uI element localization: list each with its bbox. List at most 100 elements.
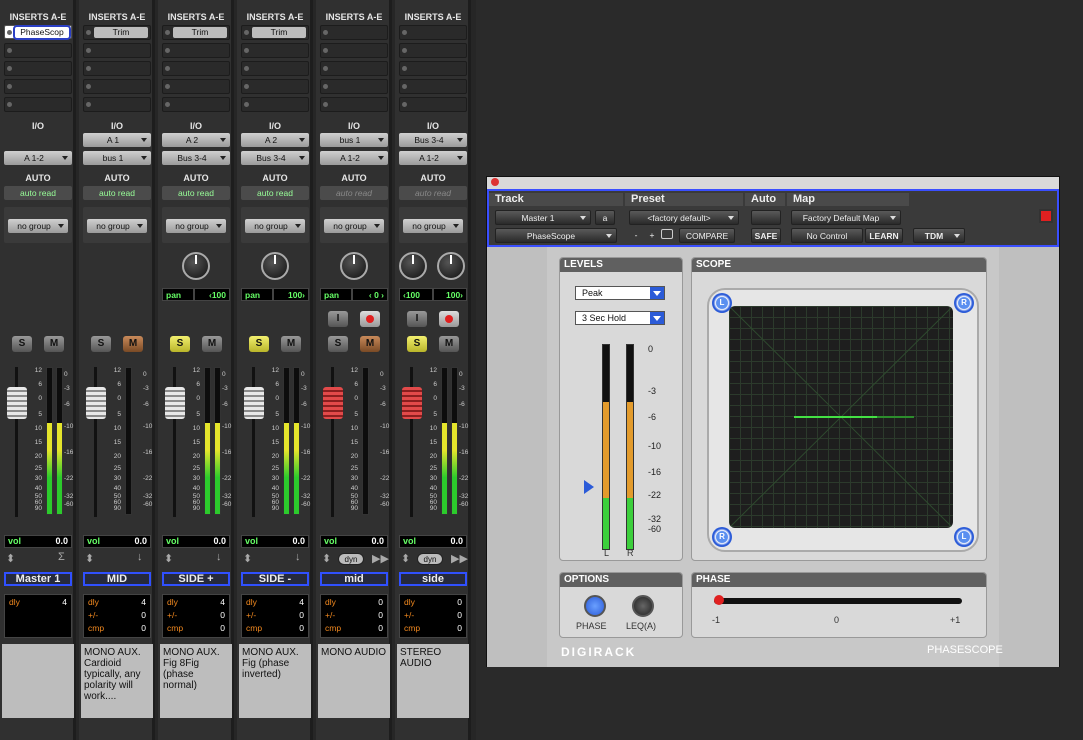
insert-slot[interactable]: [162, 61, 230, 76]
down-arrow-icon[interactable]: ↓: [216, 551, 222, 563]
insert-slot[interactable]: Trim: [162, 25, 230, 40]
record-button[interactable]: [360, 311, 380, 327]
solo-button[interactable]: S: [12, 336, 32, 352]
offset-value[interactable]: 0: [457, 609, 462, 621]
insert-slot[interactable]: [241, 97, 309, 112]
insert-bypass-dot[interactable]: [7, 66, 12, 71]
insert-bypass-dot[interactable]: [244, 48, 249, 53]
close-button[interactable]: [491, 178, 499, 186]
insert-bypass-dot[interactable]: [7, 30, 12, 35]
track-name[interactable]: Master 1: [4, 572, 72, 586]
plugin-bypass-icon[interactable]: [1039, 209, 1053, 223]
solo-button[interactable]: S: [407, 336, 427, 352]
insert-bypass-dot[interactable]: [244, 66, 249, 71]
insert-bypass-dot[interactable]: [323, 102, 328, 107]
volume-value[interactable]: 0.0: [213, 536, 226, 547]
preset-select[interactable]: <factory default>: [629, 210, 739, 225]
forward-icon[interactable]: ▶▶: [451, 552, 468, 565]
phase-toggle[interactable]: [584, 595, 606, 617]
volume-value[interactable]: 0.0: [292, 536, 305, 547]
forward-icon[interactable]: ▶▶: [372, 552, 389, 565]
track-name[interactable]: side: [399, 572, 467, 586]
insert-bypass-dot[interactable]: [244, 102, 249, 107]
group-select[interactable]: no group: [324, 219, 384, 233]
comments-field[interactable]: MONO AUX. Fig (phase inverted): [239, 644, 311, 718]
input-select[interactable]: A 1: [83, 133, 151, 147]
track-name[interactable]: mid: [320, 572, 388, 586]
volume-value[interactable]: 0.0: [371, 536, 384, 547]
input-select[interactable]: A 2: [162, 133, 230, 147]
plugin-select[interactable]: PhaseScope: [495, 228, 617, 243]
insert-bypass-dot[interactable]: [165, 30, 170, 35]
copy-icon[interactable]: [661, 229, 673, 239]
insert-slot[interactable]: Trim: [83, 25, 151, 40]
fader-cap[interactable]: [402, 387, 422, 419]
group-select[interactable]: no group: [166, 219, 226, 233]
input-monitor-button[interactable]: I: [328, 311, 348, 327]
tdm-select[interactable]: TDM: [913, 228, 965, 243]
insert-slot[interactable]: [83, 43, 151, 58]
dyn-button[interactable]: dyn: [338, 553, 364, 565]
output-select[interactable]: A 1-2: [399, 151, 467, 165]
insert-bypass-dot[interactable]: [7, 102, 12, 107]
insert-slot[interactable]: [83, 97, 151, 112]
solo-button[interactable]: S: [249, 336, 269, 352]
fader-cap[interactable]: [165, 387, 185, 419]
offset-value[interactable]: 0: [220, 609, 225, 621]
insert-slot[interactable]: [399, 43, 467, 58]
insert-slot[interactable]: [4, 79, 72, 94]
insert-slot[interactable]: [162, 97, 230, 112]
comments-field[interactable]: MONO AUX. Cardioid typically, any polari…: [81, 644, 153, 718]
pan-knob-right[interactable]: [437, 252, 465, 280]
preset-next-button[interactable]: +: [645, 228, 659, 243]
insert-slot[interactable]: [320, 61, 388, 76]
output-select[interactable]: Bus 3-4: [241, 151, 309, 165]
insert-slot[interactable]: [83, 61, 151, 76]
mute-button[interactable]: M: [123, 336, 143, 352]
solo-button[interactable]: S: [91, 336, 111, 352]
input-monitor-button[interactable]: I: [407, 311, 427, 327]
insert-slot[interactable]: [83, 79, 151, 94]
insert-bypass-dot[interactable]: [244, 30, 249, 35]
arrow-updown-icon[interactable]: ⬍: [322, 552, 331, 565]
insert-slot[interactable]: [320, 43, 388, 58]
insert-bypass-dot[interactable]: [165, 48, 170, 53]
group-select[interactable]: no group: [403, 219, 463, 233]
track-select[interactable]: Master 1: [495, 210, 591, 225]
automation-mode[interactable]: auto read: [241, 186, 309, 200]
insert-plugin-name[interactable]: PhaseScop: [13, 25, 71, 40]
group-select[interactable]: no group: [245, 219, 305, 233]
insert-slot[interactable]: [241, 79, 309, 94]
fader-cap[interactable]: [86, 387, 106, 419]
insert-plugin-name[interactable]: Trim: [173, 27, 227, 38]
insert-slot[interactable]: [399, 79, 467, 94]
insert-slot[interactable]: Trim: [241, 25, 309, 40]
output-select[interactable]: A 1-2: [320, 151, 388, 165]
solo-button[interactable]: S: [328, 336, 348, 352]
insert-plugin-name[interactable]: Trim: [252, 27, 306, 38]
output-select[interactable]: A 1-2: [4, 151, 72, 165]
insert-bypass-dot[interactable]: [323, 30, 328, 35]
insert-slot[interactable]: PhaseScop: [4, 25, 72, 40]
group-select[interactable]: no group: [87, 219, 147, 233]
insert-bypass-dot[interactable]: [323, 66, 328, 71]
insert-slot[interactable]: [162, 79, 230, 94]
input-select[interactable]: bus 1: [320, 133, 388, 147]
automation-mode[interactable]: auto read: [4, 186, 72, 200]
comments-field[interactable]: STEREO AUDIO: [397, 644, 469, 718]
insert-bypass-dot[interactable]: [86, 66, 91, 71]
track-name[interactable]: MID: [83, 572, 151, 586]
pan-knob[interactable]: [340, 252, 368, 280]
control-select[interactable]: No Control: [791, 228, 863, 243]
insert-bypass-dot[interactable]: [86, 30, 91, 35]
insert-bypass-dot[interactable]: [402, 102, 407, 107]
insert-slot[interactable]: [399, 61, 467, 76]
insert-bypass-dot[interactable]: [402, 66, 407, 71]
map-select[interactable]: Factory Default Map: [791, 210, 901, 225]
offset-value[interactable]: 0: [378, 609, 383, 621]
mute-button[interactable]: M: [360, 336, 380, 352]
input-select[interactable]: A 2: [241, 133, 309, 147]
plugin-window-icon[interactable]: [751, 210, 781, 225]
safe-button[interactable]: SAFE: [751, 228, 781, 243]
insert-bypass-dot[interactable]: [323, 48, 328, 53]
